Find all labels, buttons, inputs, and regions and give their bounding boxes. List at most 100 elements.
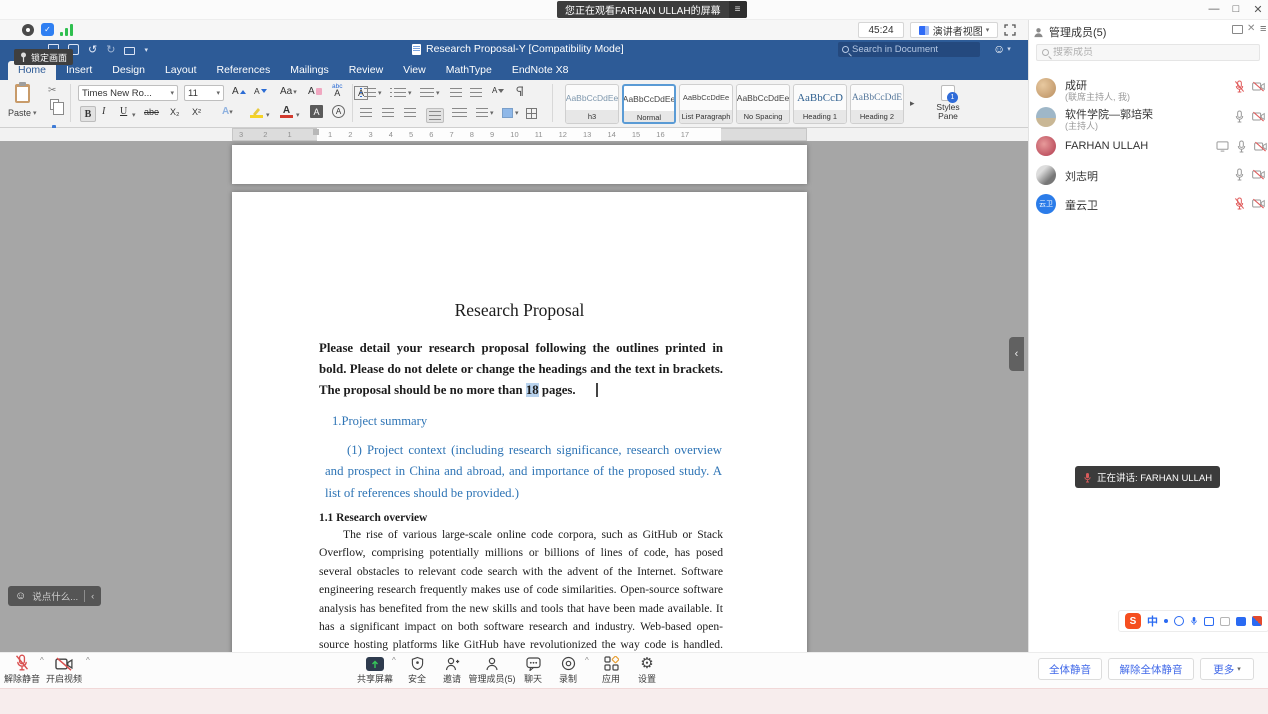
align-left-button[interactable] bbox=[360, 108, 372, 117]
share-options-caret[interactable]: ^ bbox=[392, 656, 396, 665]
member-search-box[interactable] bbox=[1036, 44, 1260, 61]
superscript-button[interactable]: X² bbox=[192, 107, 201, 117]
subscript-button[interactable]: X₂ bbox=[170, 107, 180, 117]
ime-toolbar[interactable]: S 中 bbox=[1118, 610, 1268, 632]
shading-button[interactable]: ▾ bbox=[502, 108, 519, 118]
underline-dropdown[interactable]: ▾ bbox=[132, 111, 136, 119]
document-area[interactable]: Research Proposal Please detail your res… bbox=[0, 141, 1028, 652]
bold-button[interactable]: B bbox=[80, 106, 96, 122]
multilevel-list-button[interactable]: ▾ bbox=[420, 88, 440, 97]
style-heading2[interactable]: AaBbCcDdE Heading 2 bbox=[850, 84, 904, 124]
sort-button[interactable]: A bbox=[492, 86, 504, 95]
fullscreen-button[interactable] bbox=[1004, 24, 1016, 36]
settings-button[interactable]: ⚙ 设置 bbox=[619, 654, 675, 685]
tab-mailings[interactable]: Mailings bbox=[280, 61, 339, 80]
close-button[interactable]: ✕ bbox=[1250, 2, 1266, 16]
cut-button[interactable]: ✂ bbox=[48, 85, 56, 96]
start-video-button[interactable]: 开启视频 bbox=[36, 654, 92, 685]
participant-name[interactable]: 童云卫 bbox=[1065, 197, 1098, 213]
enclose-characters-button[interactable]: A bbox=[332, 105, 345, 118]
line-spacing-button[interactable]: ▾ bbox=[476, 108, 494, 117]
banner-menu-button[interactable]: ≡ bbox=[729, 1, 747, 18]
mic-muted-icon[interactable] bbox=[1234, 80, 1245, 93]
tab-endnote[interactable]: EndNote X8 bbox=[502, 61, 579, 80]
align-right-button[interactable] bbox=[404, 108, 416, 117]
mic-muted-icon[interactable] bbox=[1234, 197, 1245, 210]
meeting-info-icon[interactable] bbox=[22, 24, 34, 36]
ime-mode-indicator[interactable]: 中 bbox=[1147, 613, 1158, 629]
print-icon[interactable] bbox=[124, 47, 135, 55]
quick-chat-pill[interactable]: ☺ 说点什么... ‹ bbox=[8, 586, 101, 606]
copy-button[interactable] bbox=[50, 99, 59, 110]
justify-button[interactable] bbox=[426, 108, 444, 123]
font-name-select[interactable]: Times New Ro... ▾ bbox=[78, 85, 178, 101]
grow-font-button[interactable]: A bbox=[232, 86, 246, 97]
word-search-box[interactable] bbox=[838, 42, 980, 57]
paragraph-marks-button[interactable] bbox=[516, 86, 524, 97]
punctuation-icon[interactable] bbox=[1164, 619, 1168, 623]
tab-review[interactable]: Review bbox=[339, 61, 393, 80]
panel-collapse-handle[interactable]: ‹ bbox=[1009, 337, 1024, 371]
participant-name[interactable]: 刘志明 bbox=[1065, 168, 1098, 184]
mic-on-icon[interactable] bbox=[1234, 168, 1245, 181]
panel-popout-button[interactable] bbox=[1232, 25, 1243, 34]
maximize-button[interactable]: □ bbox=[1228, 2, 1244, 16]
style-h3[interactable]: AaBbCcDdEe h3 bbox=[565, 84, 619, 124]
font-color-dropdown[interactable]: ▾ bbox=[296, 111, 300, 119]
highlight-dropdown[interactable]: ▾ bbox=[266, 111, 270, 119]
mute-all-button[interactable]: 全体静音 bbox=[1038, 658, 1102, 680]
shrink-font-button[interactable]: A bbox=[254, 86, 267, 96]
style-no-spacing[interactable]: AaBbCcDdEe No Spacing bbox=[736, 84, 790, 124]
clear-formatting-button[interactable]: A bbox=[308, 86, 322, 97]
more-button[interactable]: 更多▾ bbox=[1200, 658, 1254, 680]
redo-button[interactable]: ↻ bbox=[106, 43, 115, 56]
highlight-button[interactable] bbox=[250, 105, 263, 118]
paste-button[interactable]: Paste▾ bbox=[8, 84, 37, 118]
character-shading-button[interactable]: A bbox=[310, 105, 323, 118]
view-mode-button[interactable]: 演讲者视图 ▾ bbox=[910, 22, 998, 38]
mic-on-icon[interactable] bbox=[1234, 110, 1245, 123]
feedback-smiley-button[interactable]: ☺ ▾ bbox=[993, 42, 1011, 56]
record-options-caret[interactable]: ^ bbox=[585, 656, 589, 665]
tab-view[interactable]: View bbox=[393, 61, 436, 80]
distribute-button[interactable] bbox=[452, 108, 467, 117]
chat-placeholder[interactable]: 说点什么... bbox=[32, 589, 78, 603]
phonetic-guide-button[interactable]: abcA bbox=[332, 84, 342, 96]
camera-off-icon[interactable] bbox=[1254, 141, 1267, 152]
skin-icon[interactable] bbox=[1236, 617, 1246, 626]
change-case-button[interactable]: Aa▾ bbox=[280, 86, 297, 97]
voice-input-icon[interactable] bbox=[1190, 616, 1198, 626]
text-effects-button[interactable]: A▾ bbox=[222, 106, 233, 117]
smiley-icon[interactable]: ☺ bbox=[15, 590, 26, 602]
word-search-input[interactable] bbox=[852, 44, 984, 55]
panel-menu-button[interactable]: ≡ bbox=[1260, 23, 1266, 35]
sogou-logo-icon[interactable]: S bbox=[1125, 613, 1141, 629]
style-normal[interactable]: AaBbCcDdEe Normal bbox=[622, 84, 676, 124]
tab-mathtype[interactable]: MathType bbox=[436, 61, 502, 80]
increase-indent-button[interactable] bbox=[470, 88, 482, 97]
strikethrough-button[interactable]: abe bbox=[144, 107, 159, 117]
panel-close-button[interactable]: ✕ bbox=[1247, 23, 1255, 34]
bullets-button[interactable]: ▾ bbox=[360, 88, 382, 97]
decrease-indent-button[interactable] bbox=[450, 88, 462, 97]
soft-keyboard-icon[interactable] bbox=[1204, 617, 1214, 626]
participant-name[interactable]: FARHAN ULLAH bbox=[1065, 140, 1148, 152]
italic-button[interactable]: I bbox=[102, 106, 105, 117]
document-page-2[interactable]: Research Proposal Please detail your res… bbox=[232, 192, 807, 652]
camera-off-icon[interactable] bbox=[1252, 198, 1265, 209]
undo-button[interactable]: ↺ bbox=[88, 43, 97, 56]
unmute-all-button[interactable]: 解除全体静音 bbox=[1108, 658, 1194, 680]
member-search-input[interactable] bbox=[1053, 47, 1254, 58]
qat-more-icon[interactable]: ▾ bbox=[144, 46, 148, 54]
collapse-chat-icon[interactable]: ‹ bbox=[91, 591, 94, 602]
tab-layout[interactable]: Layout bbox=[155, 61, 207, 80]
account-icon[interactable] bbox=[1220, 617, 1230, 626]
camera-off-icon[interactable] bbox=[1252, 81, 1265, 92]
styles-gallery-more[interactable]: ▸ bbox=[910, 98, 915, 109]
style-list-paragraph[interactable]: AaBbCcDdEe List Paragraph bbox=[679, 84, 733, 124]
underline-button[interactable]: U bbox=[120, 106, 127, 117]
borders-button[interactable] bbox=[526, 108, 537, 119]
camera-off-icon[interactable] bbox=[1252, 169, 1265, 180]
font-color-button[interactable]: A bbox=[280, 105, 293, 118]
tab-references[interactable]: References bbox=[207, 61, 281, 80]
